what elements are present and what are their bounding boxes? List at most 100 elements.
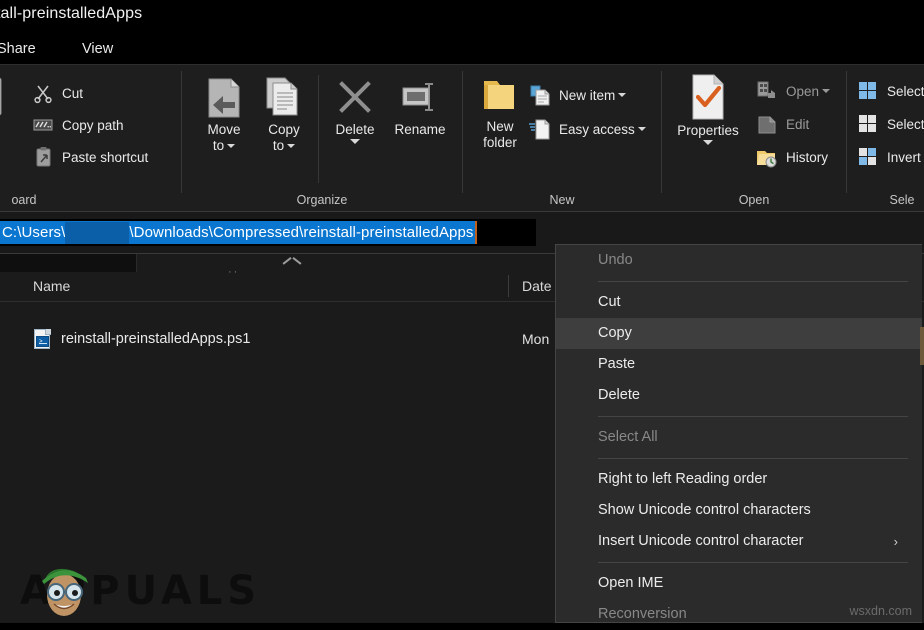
menu-item-delete[interactable]: Delete (556, 380, 922, 411)
paste-shortcut-icon (32, 146, 54, 168)
chevron-right-icon: › (893, 534, 898, 549)
history-button[interactable]: History (756, 143, 828, 171)
select-all-button[interactable]: Select (857, 77, 924, 105)
move-to-button-label2: to (194, 138, 254, 154)
menu-separator (598, 458, 908, 459)
menu-item-undo[interactable]: Undo (556, 245, 922, 276)
menu-separator (598, 281, 908, 282)
nav-pane-divider (136, 254, 137, 272)
copy-to-button[interactable]: Copy to (254, 75, 314, 154)
ribbon: aste Cut (0, 64, 924, 212)
powershell-script-icon: >_ (33, 328, 52, 350)
menu-item-paste-label: Paste (598, 356, 636, 372)
easy-access-button[interactable]: Easy access (529, 115, 646, 143)
menu-item-select-all[interactable]: Select All (556, 422, 922, 453)
select-all-button-label: Select (887, 83, 924, 99)
invert-selection-button-label: Invert (887, 149, 921, 165)
edit-icon (756, 113, 778, 135)
column-header-divider[interactable] (508, 275, 509, 297)
menu-item-reconversion-label: Reconversion (598, 606, 687, 622)
column-header-name[interactable]: Name (33, 278, 70, 294)
ribbon-group-select: Select Select Invert Sele (847, 65, 924, 212)
properties-button-label: Properties (677, 123, 739, 138)
move-to-button-label: Move (207, 122, 241, 137)
chevron-down-icon (703, 140, 713, 145)
invert-selection-button[interactable]: Invert (857, 143, 921, 171)
tab-share[interactable]: Share (0, 37, 36, 61)
history-icon (756, 146, 778, 168)
move-to-button[interactable]: Move to (194, 75, 254, 154)
cut-button[interactable]: Cut (32, 79, 83, 107)
menu-item-cut-label: Cut (598, 294, 621, 310)
new-folder-icon (479, 75, 521, 117)
new-folder-button[interactable]: New folder (471, 75, 529, 151)
ribbon-group-label-organize: Organize (296, 193, 348, 207)
text-caret (474, 221, 477, 244)
history-button-label: History (786, 149, 829, 165)
copy-to-button-label: Copy (268, 122, 300, 137)
new-folder-button-label: New (486, 119, 514, 134)
copy-path-button-label: Copy path (62, 117, 124, 133)
menu-item-select-all-label: Select All (598, 429, 658, 445)
paste-shortcut-button-label: Paste shortcut (62, 149, 149, 165)
delete-x-icon (333, 75, 377, 119)
select-none-icon (857, 113, 879, 135)
menu-item-insert-unicode-control-character[interactable]: Insert Unicode control character › (556, 526, 922, 557)
paste-shortcut-button[interactable]: Paste shortcut (32, 143, 148, 171)
properties-icon (689, 73, 727, 121)
copy-to-icon (261, 75, 307, 121)
menu-item-undo-label: Undo (598, 252, 633, 268)
chevron-down-icon (637, 127, 646, 131)
new-item-icon (529, 84, 551, 106)
easy-access-button-label: Easy access (559, 121, 635, 137)
select-none-button-label: Select (887, 116, 924, 132)
address-input[interactable]: C:\Users\ \Downloads\Compressed\reinstal… (0, 219, 536, 246)
address-selected-text[interactable]: C:\Users\ \Downloads\Compressed\reinstal… (0, 221, 477, 244)
ribbon-divider-organize-inner (318, 75, 319, 183)
chevron-down-icon (350, 139, 360, 144)
sort-ascending-icon[interactable] (283, 259, 299, 268)
scissors-icon (32, 82, 54, 104)
edit-button[interactable]: Edit (756, 110, 809, 138)
properties-button[interactable]: Properties (666, 73, 750, 145)
paste-button[interactable]: aste (0, 75, 20, 135)
menu-item-delete-label: Delete (598, 387, 640, 403)
tab-view[interactable]: View (82, 37, 113, 61)
context-menu: Undo Cut Copy Paste Delete Select All Ri… (555, 244, 924, 623)
menu-separator (598, 416, 908, 417)
new-folder-button-label2: folder (483, 135, 517, 150)
menu-item-copy-label: Copy (598, 325, 632, 341)
table-row[interactable]: >_ reinstall-preinstalledApps.ps1 Mon (0, 322, 560, 356)
select-none-button[interactable]: Select (857, 110, 924, 138)
nav-pane-stub (0, 254, 136, 272)
new-item-button-label: New item (559, 87, 616, 103)
column-header-date[interactable]: Date (522, 278, 552, 294)
open-button-label: Open (786, 83, 820, 99)
clipboard-icon (0, 75, 4, 117)
chevron-down-icon (287, 144, 296, 149)
window-title: tall-preinstalledApps (0, 5, 143, 22)
site-watermark: wsxdn.com (849, 604, 912, 618)
menu-item-insert-unicode-label: Insert Unicode control character (598, 533, 804, 549)
new-item-button[interactable]: New item (529, 81, 627, 109)
rename-button[interactable]: Rename (386, 75, 454, 138)
ribbon-group-clipboard: aste Cut (0, 65, 180, 212)
address-prefix: C:\Users\ (2, 224, 66, 241)
copy-path-button[interactable]: Copy path (32, 111, 124, 139)
chevron-down-icon (227, 144, 236, 149)
menu-item-paste[interactable]: Paste (556, 349, 922, 380)
context-menu-scrollbar[interactable] (920, 327, 924, 365)
menu-item-cut[interactable]: Cut (556, 287, 922, 318)
menu-item-copy[interactable]: Copy (556, 318, 922, 349)
open-button[interactable]: Open (756, 77, 831, 105)
file-name: reinstall-preinstalledApps.ps1 (61, 331, 251, 347)
delete-button[interactable]: Delete (324, 75, 386, 144)
address-suffix: \Downloads\Compressed\reinstall-preinsta… (129, 224, 474, 241)
menu-item-open-ime-label: Open IME (598, 575, 664, 591)
chevron-down-icon (822, 89, 831, 93)
menu-item-show-unicode-control-characters[interactable]: Show Unicode control characters (556, 495, 922, 526)
menu-item-open-ime[interactable]: Open IME (556, 568, 922, 599)
ribbon-tab-strip: Share View (0, 34, 924, 64)
ribbon-group-label-open: Open (738, 193, 770, 207)
menu-item-rtl-reading-order[interactable]: Right to left Reading order (556, 464, 922, 495)
